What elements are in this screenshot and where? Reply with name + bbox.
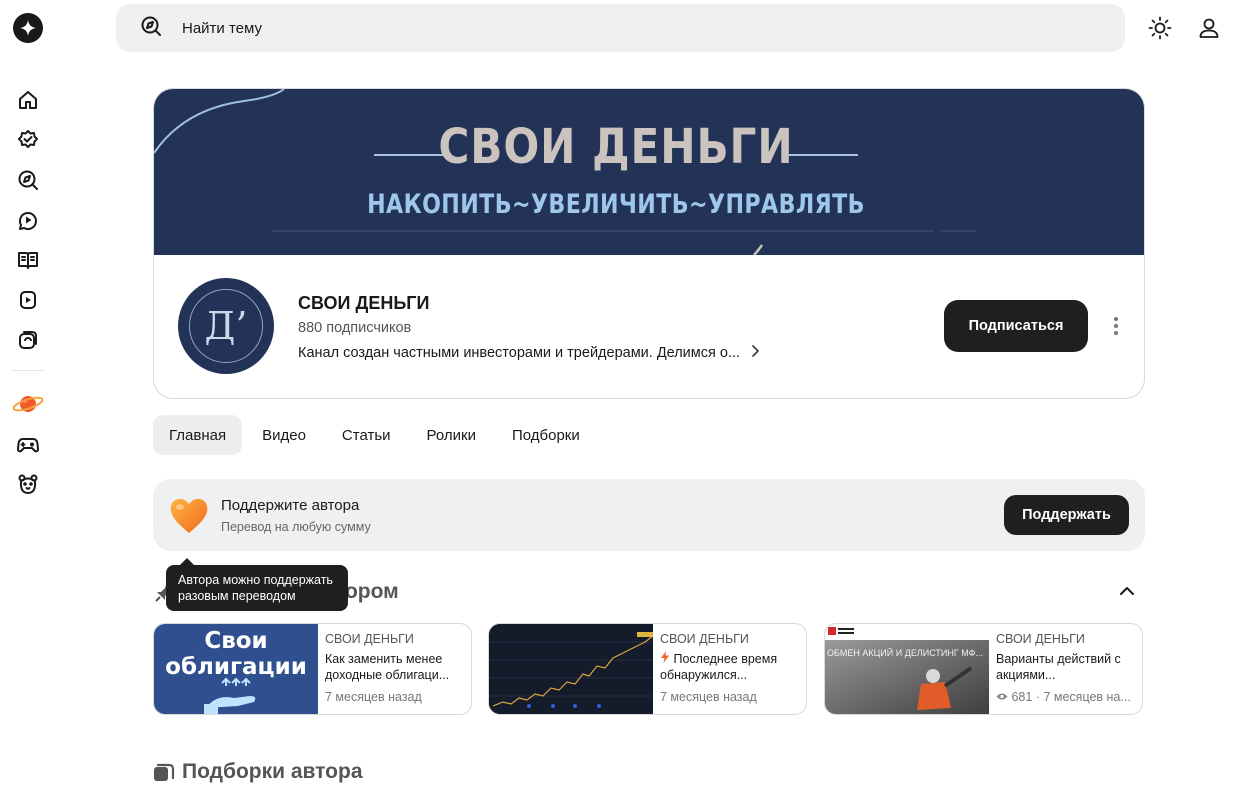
pinned-card[interactable]: Свои облигации СВОИ ДЕНЬГИ Как заменить … (153, 623, 472, 715)
rail-divider (11, 370, 45, 371)
tab-video[interactable]: Видео (246, 415, 322, 455)
card-thumbnail-bonds: Свои облигации (154, 624, 318, 714)
card-meta: СВОИ ДЕНЬГИ Как заменить менее доходные … (325, 632, 465, 704)
support-author-block: Поддержите автора Перевод на любую сумму… (153, 479, 1145, 551)
home-icon[interactable] (16, 88, 40, 112)
profile-icon[interactable] (1197, 16, 1221, 40)
avatar-letter: Д’ (189, 289, 263, 363)
card-date: 681 · 7 месяцев на... (1011, 690, 1131, 704)
card-title-wrap: Последнее время обнаружился... (660, 651, 800, 683)
planet-icon[interactable] (12, 392, 44, 416)
video-icon[interactable] (16, 208, 40, 232)
tab-collections[interactable]: Подборки (496, 415, 596, 455)
subscribe-button[interactable]: Подписаться (944, 300, 1088, 352)
search-placeholder: Найти тему (182, 19, 262, 37)
tab-articles[interactable]: Статьи (326, 415, 407, 455)
search-input[interactable]: Найти тему (116, 4, 1125, 52)
miner-photo-graphic (825, 624, 989, 714)
channel-header-card: СВОИ ДЕНЬГИ НАКОПИТЬ~УВЕЛИЧИТЬ~УПРАВЛЯТЬ… (153, 88, 1145, 399)
left-rail (0, 0, 56, 793)
lightning-icon (660, 651, 673, 666)
channel-description-text: Канал создан частными инвесторами и трей… (298, 345, 741, 361)
card-title: Как заменить менее доходные облигаци... (325, 652, 450, 682)
articles-icon[interactable] (16, 248, 40, 272)
channel-tabs: Главная Видео Статьи Ролики Подборки (153, 415, 600, 455)
chevron-up-icon[interactable] (1116, 582, 1138, 600)
chevron-right-icon (750, 344, 760, 362)
card-date: 7 месяцев назад (325, 690, 422, 704)
card-meta: СВОИ ДЕНЬГИ Варианты действий с акциями.… (996, 632, 1136, 704)
hand-arrows-graphic (204, 677, 256, 714)
tab-home[interactable]: Главная (153, 415, 243, 455)
more-options-icon[interactable] (1106, 313, 1126, 339)
support-title: Поддержите автора (221, 497, 360, 514)
card-thumbnail-miner: ОБМЕН АКЦИЙ И ДЕЛИСТИНГ МФ... (825, 624, 989, 714)
compass-search-icon (140, 15, 162, 42)
banner-title: СВОИ ДЕНЬГИ (438, 119, 794, 175)
card-author: СВОИ ДЕНЬГИ (996, 632, 1085, 646)
card-title: Последнее время обнаружился... (660, 652, 778, 682)
pinned-card[interactable]: ОБМЕН АКЦИЙ И ДЕЛИСТИНГ МФ... СВОИ ДЕНЬГ… (824, 623, 1143, 715)
price-chart-graphic (489, 624, 653, 714)
subscriber-count: 880 подписчиков (298, 320, 412, 336)
card-views-date: 681 · 7 месяцев на... (996, 690, 1136, 704)
explore-icon[interactable] (16, 168, 40, 192)
thumb-caption: ОБМЕН АКЦИЙ И ДЕЛИСТИНГ МФ... (827, 648, 983, 658)
card-thumbnail-chart (489, 624, 653, 714)
tab-shorts[interactable]: Ролики (411, 415, 492, 455)
collections-icon (153, 762, 175, 787)
games-icon[interactable] (16, 432, 40, 456)
eye-icon (996, 690, 1011, 704)
card-meta: СВОИ ДЕНЬГИ Последнее время обнаружился.… (660, 632, 800, 704)
pinned-card[interactable]: СВОИ ДЕНЬГИ Последнее время обнаружился.… (488, 623, 807, 715)
collections-icon[interactable] (16, 328, 40, 352)
collections-section-title: Подборки автора (182, 760, 363, 783)
support-button[interactable]: Поддержать (1004, 495, 1129, 535)
card-author: СВОИ ДЕНЬГИ (325, 632, 414, 646)
theme-toggle-sun-icon[interactable] (1148, 16, 1172, 40)
banner-subtitle: НАКОПИТЬ~УВЕЛИЧИТЬ~УПРАВЛЯТЬ (367, 189, 865, 220)
channel-description[interactable]: Канал создан частными инвесторами и трей… (298, 344, 760, 362)
logo-icon[interactable] (13, 13, 43, 43)
channel-banner: СВОИ ДЕНЬГИ НАКОПИТЬ~УВЕЛИЧИТЬ~УПРАВЛЯТЬ (154, 89, 1144, 255)
channel-name: СВОИ ДЕНЬГИ (298, 293, 430, 313)
card-date: 7 месяцев назад (660, 690, 757, 704)
channel-avatar[interactable]: Д’ (178, 278, 274, 374)
shorts-icon[interactable] (16, 288, 40, 312)
heart-icon (167, 493, 211, 537)
card-author: СВОИ ДЕНЬГИ (660, 632, 749, 646)
support-tooltip: Автора можно поддержать разовым переводо… (166, 558, 348, 611)
card-title: Варианты действий с акциями... (996, 652, 1121, 682)
subscriptions-icon[interactable] (16, 128, 40, 152)
support-subtitle: Перевод на любую сумму (221, 520, 371, 534)
kids-bear-icon[interactable] (16, 472, 40, 496)
